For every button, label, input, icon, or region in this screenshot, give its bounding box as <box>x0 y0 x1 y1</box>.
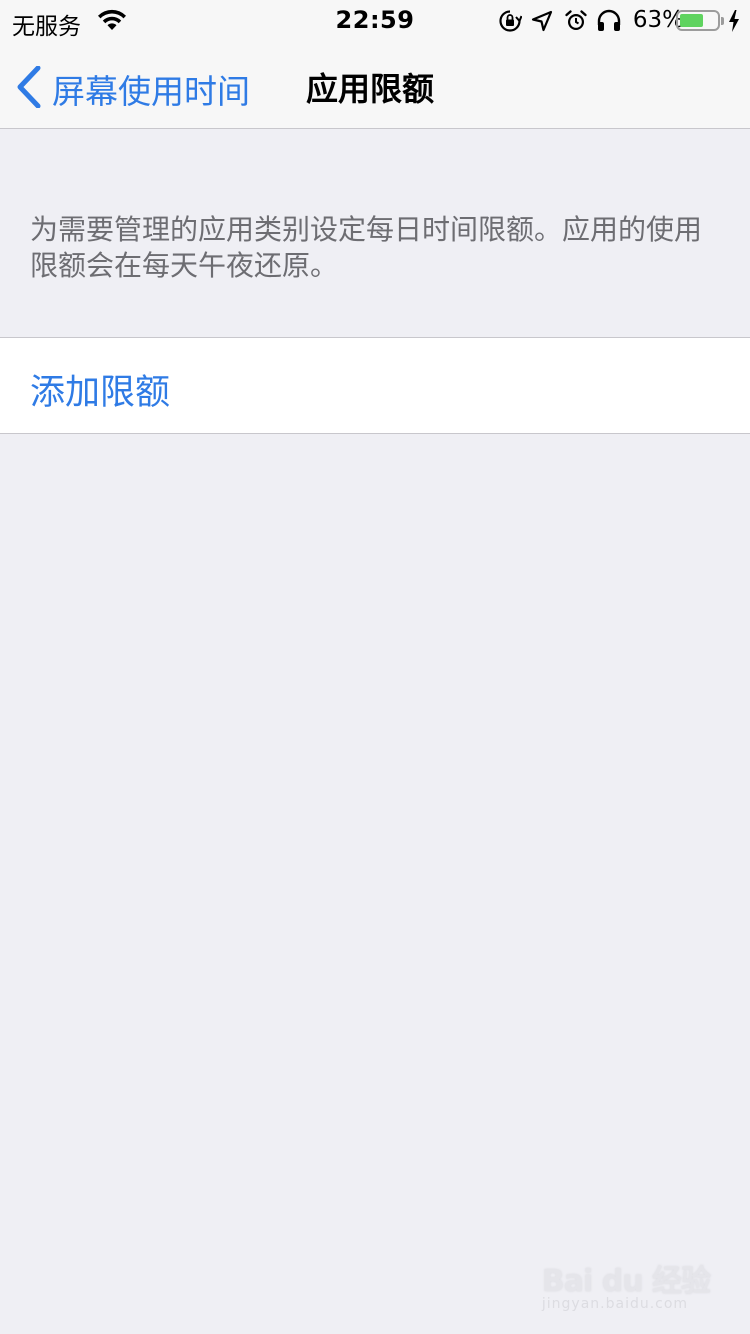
watermark: Bai du 经验 jingyan.baidu.com <box>541 1256 711 1312</box>
rotation-lock-icon <box>498 9 523 37</box>
section-description: 为需要管理的应用类别设定每日时间限额。应用的使用限额会在每天午夜还原。 <box>30 213 703 282</box>
battery-nub <box>721 17 724 25</box>
battery-level <box>680 14 703 27</box>
battery-icon <box>676 10 720 31</box>
watermark-url: jingyan.baidu.com <box>541 1296 689 1312</box>
add-limit-label: 添加限额 <box>30 373 171 413</box>
add-limit-button[interactable]: 添加限额 <box>0 337 750 434</box>
page-title: 应用限额 <box>306 70 435 108</box>
location-icon <box>531 10 553 36</box>
alarm-icon <box>564 9 588 37</box>
headphones-icon <box>596 9 622 37</box>
charging-icon <box>728 9 740 37</box>
status-bar: 无服务 22:59 63% <box>0 0 750 40</box>
back-button-label: 屏幕使用时间 <box>52 72 250 111</box>
watermark-logo: Bai du 经验 <box>541 1264 711 1299</box>
navigation-bar: 屏幕使用时间 应用限额 <box>0 40 750 129</box>
chevron-left-icon <box>17 66 41 108</box>
